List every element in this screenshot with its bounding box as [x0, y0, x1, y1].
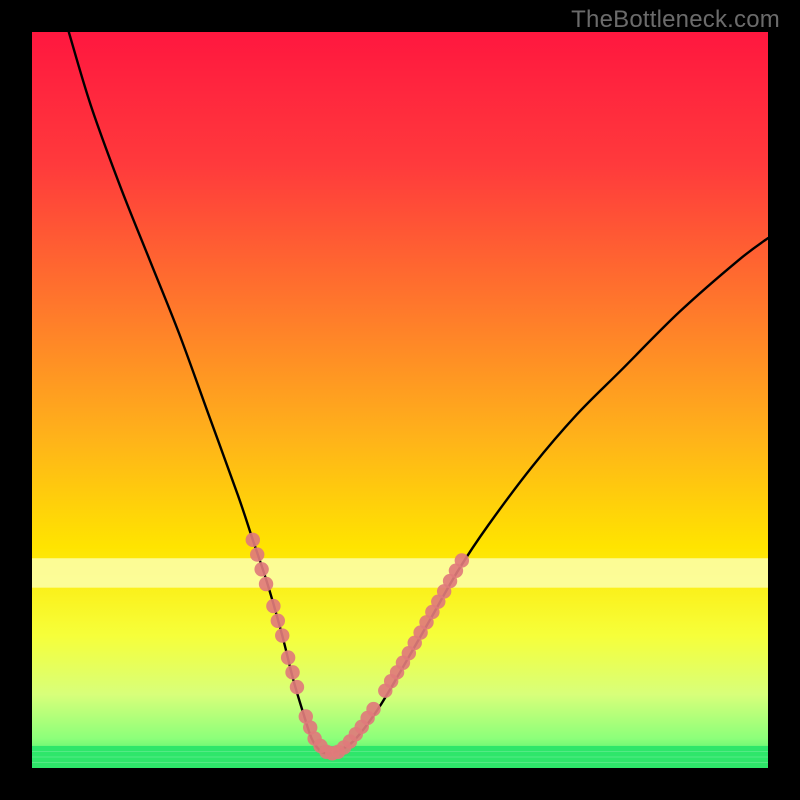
- highlight-dot: [275, 628, 289, 642]
- highlight-dot: [281, 650, 295, 664]
- highlight-dot: [455, 553, 469, 567]
- chart-frame: TheBottleneck.com: [0, 0, 800, 800]
- plot-area: [32, 32, 768, 768]
- highlight-dot: [266, 599, 280, 613]
- highlight-dot: [246, 533, 260, 547]
- watermark-text: TheBottleneck.com: [571, 6, 780, 34]
- highlight-dot: [290, 680, 304, 694]
- highlight-dot: [259, 577, 273, 591]
- highlight-dot: [285, 665, 299, 679]
- highlight-dot: [250, 547, 264, 561]
- highlight-dot: [271, 614, 285, 628]
- curve-layer: [32, 32, 768, 768]
- highlight-dot: [254, 562, 268, 576]
- highlight-dot: [366, 702, 380, 716]
